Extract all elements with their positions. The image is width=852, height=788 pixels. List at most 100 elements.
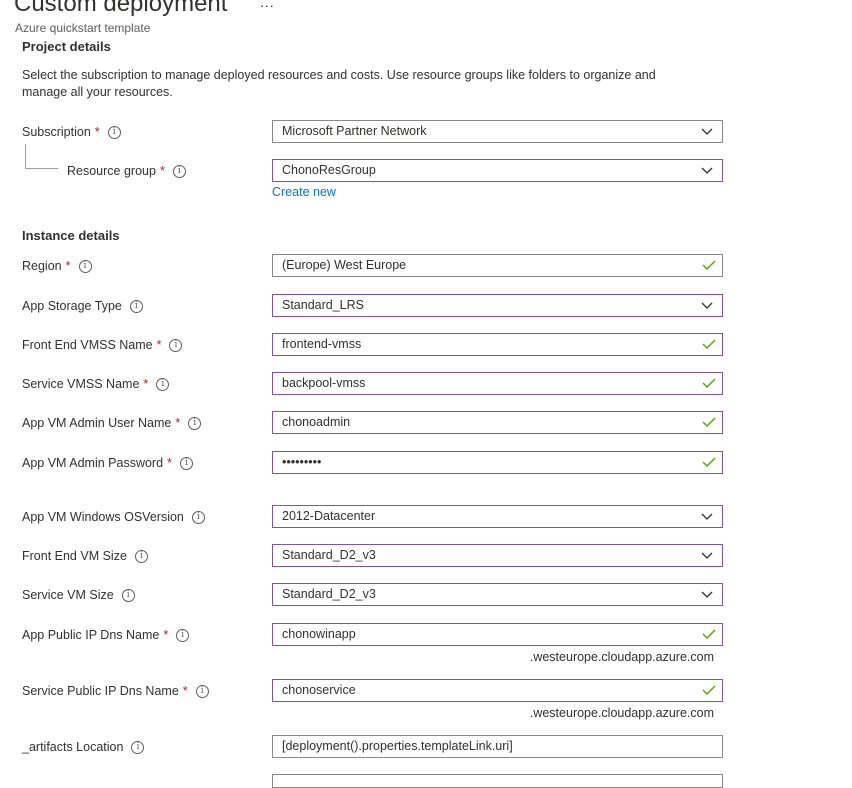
- info-icon[interactable]: i: [134, 549, 148, 563]
- chevron-down-icon: [701, 128, 713, 135]
- admin-password-label-text: App VM Admin Password: [22, 456, 164, 470]
- info-icon[interactable]: i: [78, 259, 92, 273]
- checkmark-icon: [702, 685, 716, 695]
- create-new-link[interactable]: Create new: [272, 185, 336, 199]
- page-title: Custom deployment: [14, 0, 228, 17]
- service-public-dns-label-text: Service Public IP Dns Name: [22, 684, 179, 698]
- os-version-label-text: App VM Windows OSVersion: [22, 510, 184, 524]
- service-public-dns-suffix: .westeurope.cloudapp.azure.com: [529, 706, 714, 720]
- more-options-button[interactable]: ...: [260, 0, 275, 10]
- front-end-vmss-name-value: frontend-vmss: [282, 337, 362, 351]
- chevron-down-icon: [701, 591, 713, 598]
- checkmark-icon: [702, 629, 716, 639]
- app-public-dns-value: chonowinapp: [282, 627, 356, 641]
- tree-connector: [25, 168, 58, 169]
- artifacts-location-label: _artifacts Location i: [22, 736, 145, 758]
- checkmark-icon: [702, 457, 716, 467]
- project-details-heading: Project details: [22, 39, 111, 54]
- required-marker: *: [94, 125, 100, 139]
- service-vm-size-label-text: Service VM Size: [22, 588, 114, 602]
- info-icon[interactable]: i: [169, 338, 183, 352]
- page-subtitle: Azure quickstart template: [15, 21, 151, 35]
- resource-group-label-text: Resource group: [67, 164, 156, 178]
- admin-user-input[interactable]: chonoadmin: [272, 411, 723, 434]
- info-icon[interactable]: i: [179, 456, 193, 470]
- info-icon[interactable]: i: [129, 299, 143, 313]
- app-public-dns-suffix: .westeurope.cloudapp.azure.com: [529, 650, 714, 664]
- required-marker: *: [156, 338, 162, 352]
- app-storage-type-label-text: App Storage Type: [22, 299, 122, 313]
- chevron-down-icon: [701, 513, 713, 520]
- service-vm-size-value: Standard_D2_v3: [282, 587, 376, 601]
- info-icon[interactable]: i: [188, 416, 202, 430]
- required-marker: *: [65, 259, 71, 273]
- checkmark-icon: [702, 260, 716, 270]
- required-marker: *: [175, 416, 181, 430]
- info-icon[interactable]: i: [195, 684, 209, 698]
- service-vmss-name-label-text: Service VMSS Name: [22, 377, 140, 391]
- required-marker: *: [167, 456, 172, 470]
- service-vmss-name-input[interactable]: backpool-vmss: [272, 372, 723, 395]
- project-details-description: Select the subscription to manage deploy…: [22, 68, 656, 99]
- required-marker: *: [159, 164, 165, 178]
- info-icon[interactable]: i: [121, 588, 135, 602]
- app-public-dns-input[interactable]: chonowinapp: [272, 623, 723, 646]
- info-icon[interactable]: i: [156, 377, 170, 391]
- subscription-value: Microsoft Partner Network: [282, 124, 427, 138]
- admin-user-label-text: App VM Admin User Name: [22, 416, 172, 430]
- service-vmss-name-value: backpool-vmss: [282, 376, 366, 390]
- artifacts-location-label-text: _artifacts Location: [22, 740, 124, 754]
- app-storage-type-value: Standard_LRS: [282, 298, 365, 312]
- info-icon[interactable]: i: [131, 740, 145, 754]
- admin-user-value: chonoadmin: [282, 415, 351, 429]
- subscription-dropdown[interactable]: Microsoft Partner Network: [272, 120, 723, 143]
- resource-group-value: ChonoResGroup: [282, 163, 376, 177]
- region-field[interactable]: (Europe) West Europe: [272, 254, 723, 277]
- service-vmss-name-label: Service VMSS Name * i: [22, 373, 170, 395]
- region-label-text: Region: [22, 259, 62, 273]
- required-marker: *: [163, 628, 169, 642]
- front-end-vmss-name-input[interactable]: frontend-vmss: [272, 333, 723, 356]
- service-vm-size-label: Service VM Size i: [22, 584, 135, 606]
- info-icon[interactable]: i: [172, 164, 186, 178]
- service-public-dns-input[interactable]: chonoservice: [272, 679, 723, 702]
- app-storage-type-label: App Storage Type i: [22, 295, 143, 317]
- app-public-dns-label-text: App Public IP Dns Name: [22, 628, 160, 642]
- service-public-dns-value: chonoservice: [282, 683, 356, 697]
- resource-group-label: Resource group * i: [67, 160, 186, 182]
- front-end-vm-size-value: Standard_D2_v3: [282, 548, 376, 562]
- front-end-vmss-name-label-text: Front End VMSS Name: [22, 338, 153, 352]
- instance-details-heading: Instance details: [22, 228, 120, 243]
- chevron-down-icon: [701, 552, 713, 559]
- subscription-label: Subscription * i: [22, 121, 121, 143]
- checkmark-icon: [702, 417, 716, 427]
- checkmark-icon: [702, 339, 716, 349]
- chevron-down-icon: [701, 167, 713, 174]
- os-version-label: App VM Windows OSVersion i: [22, 506, 205, 528]
- info-icon[interactable]: i: [107, 125, 121, 139]
- admin-password-input[interactable]: •••••••••: [272, 451, 723, 474]
- info-icon[interactable]: i: [176, 628, 190, 642]
- app-storage-type-dropdown[interactable]: Standard_LRS: [272, 294, 723, 317]
- admin-password-value: •••••••••: [282, 455, 322, 469]
- admin-user-label: App VM Admin User Name * i: [22, 412, 202, 434]
- front-end-vmss-name-label: Front End VMSS Name * i: [22, 334, 183, 356]
- front-end-vm-size-label-text: Front End VM Size: [22, 549, 127, 563]
- front-end-vm-size-label: Front End VM Size i: [22, 545, 148, 567]
- required-marker: *: [182, 684, 188, 698]
- app-public-dns-label: App Public IP Dns Name * i: [22, 624, 190, 646]
- checkmark-icon: [702, 378, 716, 388]
- os-version-dropdown[interactable]: 2012-Datacenter: [272, 505, 723, 528]
- next-field-input[interactable]: [272, 774, 723, 788]
- front-end-vm-size-dropdown[interactable]: Standard_D2_v3: [272, 544, 723, 567]
- region-label: Region * i: [22, 255, 92, 277]
- required-marker: *: [143, 377, 149, 391]
- resource-group-dropdown[interactable]: ChonoResGroup: [272, 159, 723, 182]
- service-vm-size-dropdown[interactable]: Standard_D2_v3: [272, 583, 723, 606]
- region-value: (Europe) West Europe: [282, 258, 407, 272]
- artifacts-location-input[interactable]: [deployment().properties.templateLink.ur…: [272, 735, 723, 758]
- info-icon[interactable]: i: [191, 510, 205, 524]
- chevron-down-icon: [701, 302, 713, 309]
- admin-password-label: App VM Admin Password * i: [22, 452, 193, 474]
- os-version-value: 2012-Datacenter: [282, 509, 376, 523]
